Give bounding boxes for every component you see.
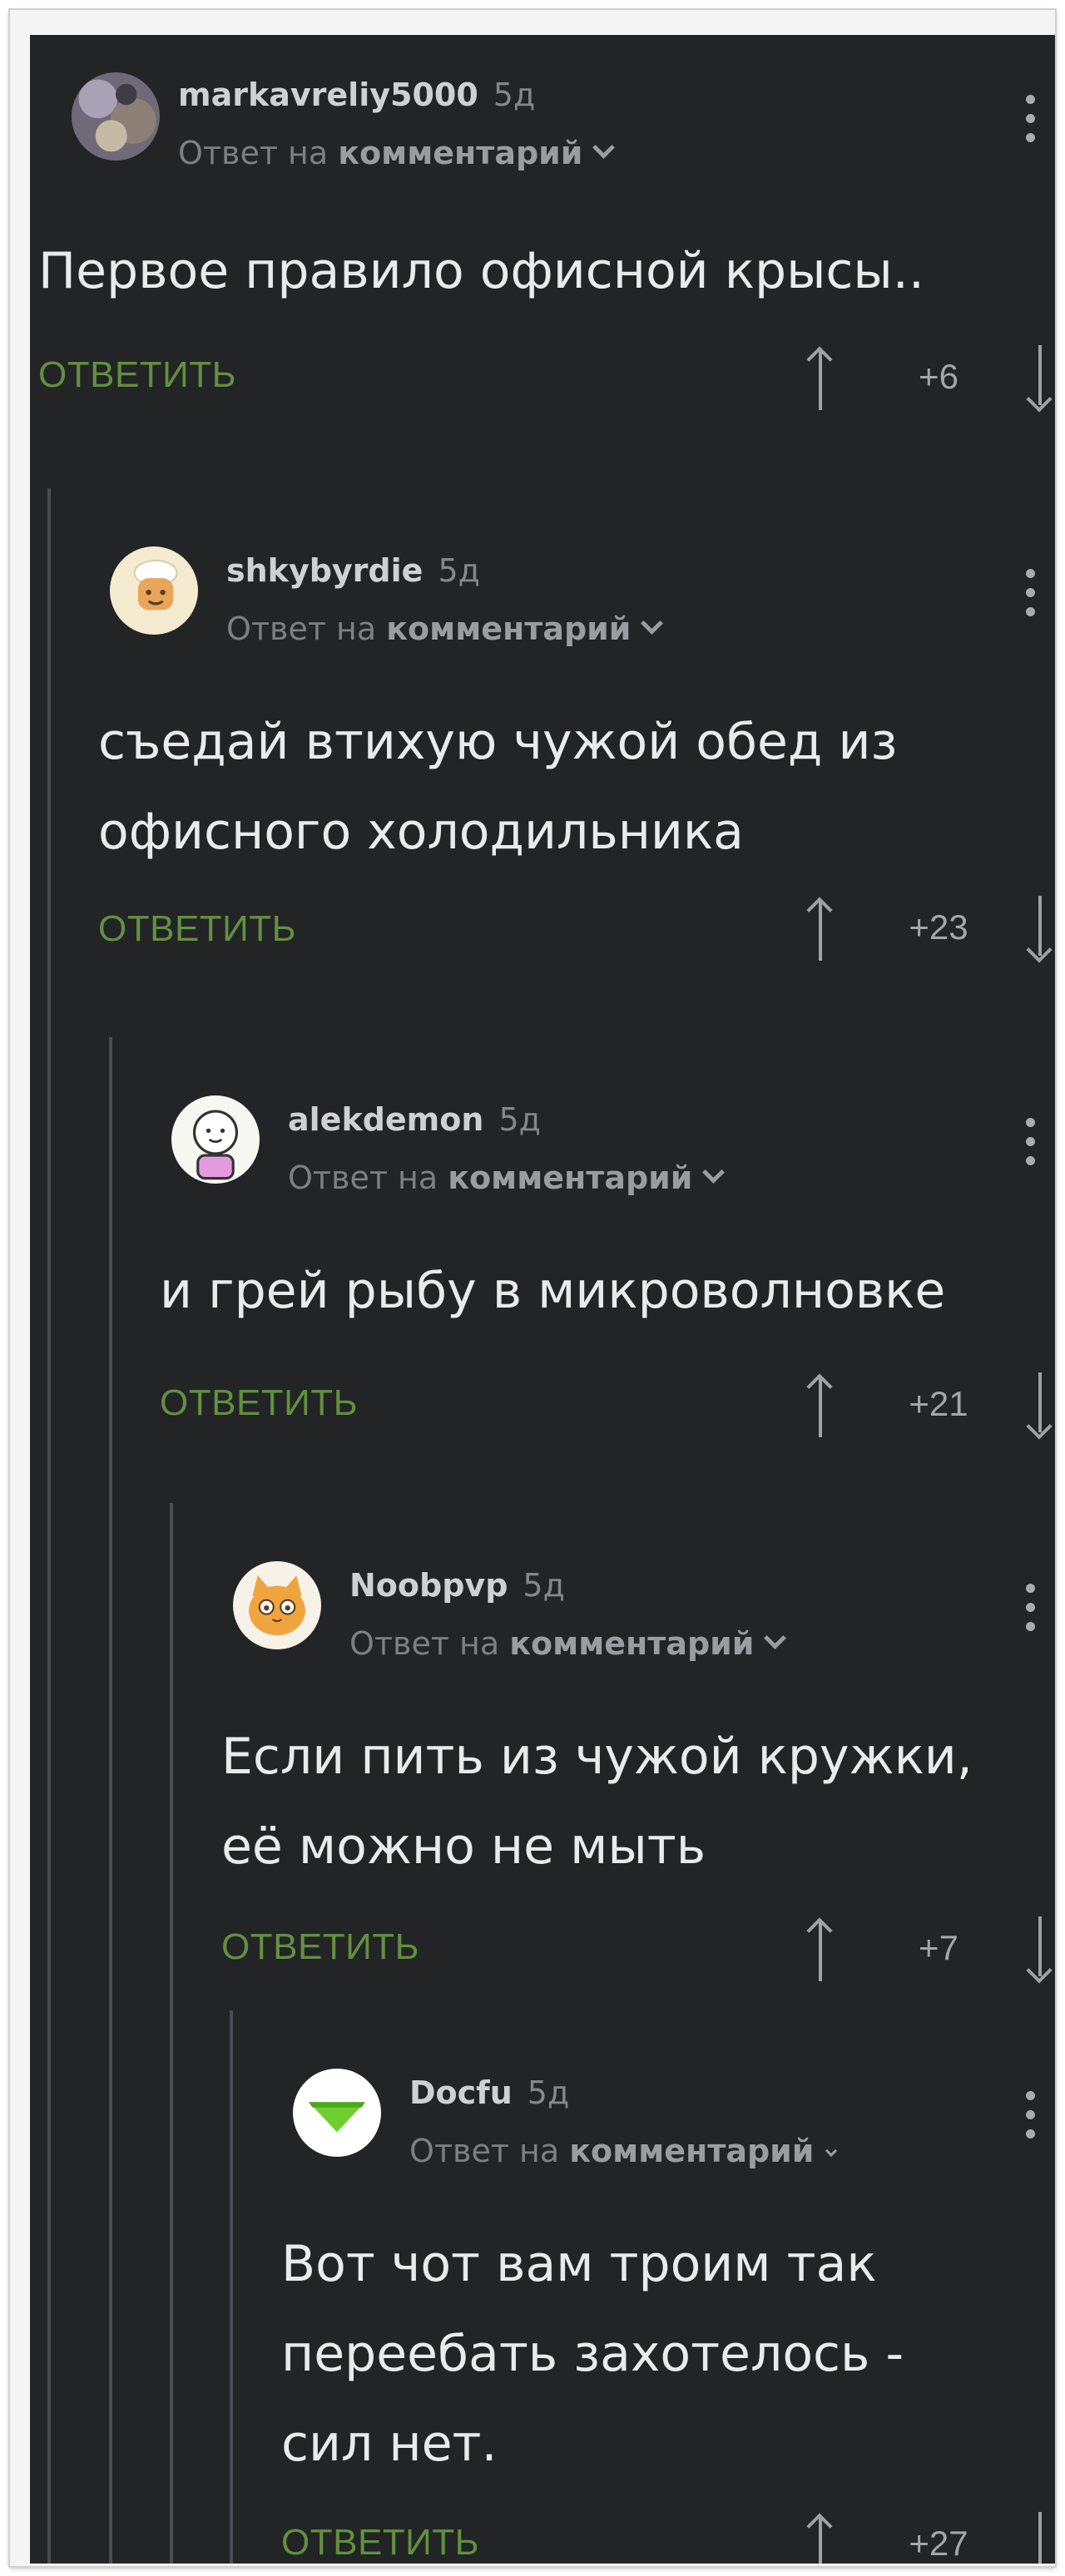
reply-to-link[interactable]: Ответ на комментарий	[178, 135, 616, 171]
avatar[interactable]	[171, 1095, 260, 1184]
vote-controls: +21	[805, 1372, 1055, 1440]
comment-body: съедай втихую чужой обед из офисного хол…	[98, 697, 1030, 877]
reply-to-target: комментарий	[569, 2133, 815, 2169]
vote-controls: +27	[805, 2512, 1055, 2564]
comment-body: Вот чот вам троим так переебать захотело…	[281, 2219, 1030, 2489]
comment-age: 5д	[493, 77, 536, 113]
chevron-down-icon	[825, 2144, 838, 2158]
avatar[interactable]	[233, 1561, 321, 1649]
thread-line-level-4	[230, 2010, 233, 2564]
more-vertical-icon[interactable]	[1022, 569, 1038, 627]
reply-to-prefix: Ответ на	[178, 135, 329, 171]
comment-thread: markavreliy5000 5д Ответ на комментарий П…	[30, 35, 1055, 2564]
chevron-down-icon	[641, 612, 664, 635]
username-text: markavreliy5000	[178, 77, 478, 113]
chevron-down-icon	[764, 1627, 787, 1649]
username-text: alekdemon	[288, 1101, 484, 1138]
arrow-up-icon[interactable]	[805, 345, 835, 412]
more-vertical-icon[interactable]	[1022, 1118, 1038, 1176]
more-vertical-icon[interactable]	[1022, 1584, 1038, 1642]
arrow-down-icon[interactable]	[1025, 1916, 1055, 1984]
chevron-down-icon	[592, 136, 616, 159]
comment-line: офисного холодильника	[98, 803, 744, 861]
comment-age: 5д	[438, 552, 480, 589]
avatar[interactable]	[110, 546, 198, 635]
avatar[interactable]	[293, 2069, 381, 2157]
thread-line-level-2	[109, 1037, 112, 2564]
arrow-up-icon[interactable]	[805, 2512, 835, 2564]
reply-to-target: комментарий	[509, 1625, 755, 1662]
reply-to-link[interactable]: Ответ на комментарий	[409, 2133, 838, 2169]
comment-line: съедай втихую чужой обед из	[98, 713, 898, 771]
arrow-down-icon[interactable]	[1025, 345, 1055, 413]
username[interactable]: markavreliy5000 5д	[178, 77, 535, 113]
username[interactable]: Noobpvp 5д	[349, 1567, 565, 1604]
vote-controls: +6	[805, 345, 1055, 413]
avatar[interactable]	[72, 72, 160, 161]
comment-body: и грей рыбу в микроволновке	[160, 1246, 1030, 1336]
comment-line: Если пить из чужой кружки,	[221, 1728, 973, 1786]
arrow-up-icon[interactable]	[805, 1372, 835, 1439]
avatar-triangle-icon	[293, 2069, 381, 2157]
comment-line: переебать захотелось -	[281, 2325, 904, 2383]
reply-button[interactable]: ОТВЕТИТЬ	[38, 354, 236, 396]
username[interactable]: alekdemon 5д	[288, 1101, 541, 1138]
reply-button[interactable]: ОТВЕТИТЬ	[281, 2522, 479, 2564]
reply-button[interactable]: ОТВЕТИТЬ	[221, 1926, 419, 1968]
comment-age: 5д	[527, 2074, 570, 2111]
avatar-cartoon-icon	[171, 1095, 260, 1184]
avatar-cat-icon	[233, 1561, 321, 1649]
username-text: Docfu	[409, 2074, 513, 2111]
username[interactable]: shkybyrdie 5д	[226, 552, 480, 589]
comment-body: Если пить из чужой кружки, её можно не м…	[221, 1712, 1030, 1891]
username-text: Noobpvp	[349, 1567, 508, 1604]
vote-score: +27	[909, 2524, 968, 2563]
reply-to-target: комментарий	[386, 611, 632, 647]
reply-to-prefix: Ответ на	[288, 1159, 438, 1196]
comment-line: Вот чот вам троим так	[281, 2235, 877, 2293]
comment-line: сил нет.	[281, 2415, 498, 2473]
arrow-down-icon[interactable]	[1025, 2512, 1055, 2564]
reply-to-link[interactable]: Ответ на комментарий	[349, 1625, 787, 1662]
vote-score: +23	[909, 907, 968, 947]
reply-button[interactable]: ОТВЕТИТЬ	[98, 908, 296, 950]
thread-line-level-1	[47, 488, 51, 2564]
thread-line-level-3	[170, 1503, 173, 2564]
vote-score: +21	[909, 1384, 968, 1423]
vote-controls: +7	[805, 1916, 1055, 1984]
comment-age: 5д	[523, 1567, 565, 1604]
arrow-up-icon[interactable]	[805, 1916, 835, 1983]
arrow-down-icon[interactable]	[1025, 896, 1055, 963]
comment-body: Первое правило офисной крысы..	[38, 226, 1030, 316]
reply-to-link[interactable]: Ответ на комментарий	[226, 611, 664, 647]
username[interactable]: Docfu 5д	[409, 2074, 569, 2111]
comment-age: 5д	[498, 1101, 541, 1138]
reply-to-target: комментарий	[338, 135, 583, 171]
arrow-up-icon[interactable]	[805, 896, 835, 962]
more-vertical-icon[interactable]	[1022, 95, 1038, 153]
comment-line: Первое правило офисной крысы..	[38, 242, 924, 300]
reply-to-prefix: Ответ на	[409, 2133, 560, 2169]
screenshot-frame: markavreliy5000 5д Ответ на комментарий П…	[10, 10, 1055, 2566]
username-text: shkybyrdie	[226, 552, 424, 589]
vote-score: +6	[919, 357, 958, 396]
avatar-photo-icon	[72, 72, 160, 161]
arrow-down-icon[interactable]	[1025, 1372, 1055, 1440]
chevron-down-icon	[702, 1161, 726, 1184]
reply-to-link[interactable]: Ответ на комментарий	[288, 1159, 726, 1196]
more-vertical-icon[interactable]	[1022, 2091, 1038, 2149]
reply-to-prefix: Ответ на	[349, 1625, 500, 1662]
reply-to-target: комментарий	[448, 1159, 693, 1196]
reply-button[interactable]: ОТВЕТИТЬ	[160, 1382, 358, 1424]
avatar-cook-icon	[110, 546, 198, 635]
comment-line: и грей рыбу в микроволновке	[160, 1262, 946, 1320]
vote-score: +7	[919, 1928, 958, 1967]
vote-controls: +23	[805, 896, 1055, 963]
reply-to-prefix: Ответ на	[226, 611, 377, 647]
comment-line: её можно не мыть	[221, 1817, 706, 1876]
